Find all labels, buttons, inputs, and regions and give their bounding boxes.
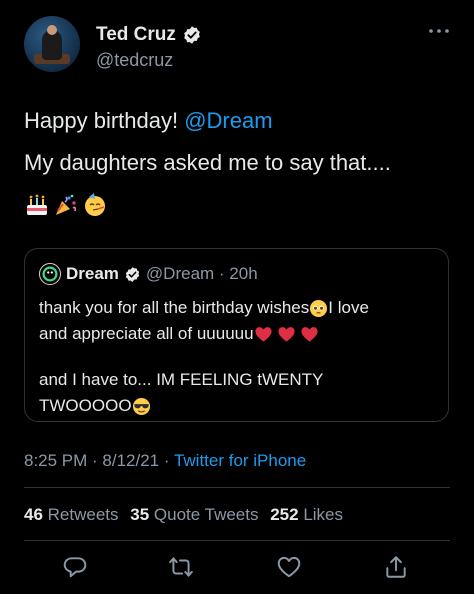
tweet-text-greeting: Happy birthday! xyxy=(24,108,185,133)
quoted-line-2: and appreciate all of uuuuuu xyxy=(39,321,434,347)
author-name-row[interactable]: Ted Cruz xyxy=(96,24,202,46)
divider-top xyxy=(24,487,450,488)
tweet-stats: 46 Retweets 35 Quote Tweets 252 Likes xyxy=(24,505,350,525)
divider-bottom xyxy=(24,540,450,541)
author-display-name[interactable]: Ted Cruz xyxy=(96,24,176,46)
reply-icon[interactable] xyxy=(62,554,88,580)
avatar-head xyxy=(47,25,57,35)
retweets-stat[interactable]: 46 Retweets xyxy=(24,505,119,524)
retweet-icon[interactable] xyxy=(168,554,194,580)
likes-label: Likes xyxy=(298,505,344,524)
quote-tweets-label: Quote Tweets xyxy=(149,505,259,524)
author-avatar[interactable] xyxy=(24,16,80,72)
red-heart-icon xyxy=(277,326,295,342)
quoted-text-2: and appreciate all of uuuuuu xyxy=(39,324,254,343)
dream-avatar-icon[interactable] xyxy=(39,263,61,285)
quoted-author-name[interactable]: Dream xyxy=(66,264,119,284)
pleading-face-icon xyxy=(310,299,328,317)
quoted-text-1b: I love xyxy=(328,298,369,317)
quoted-tweet-header: Dream @Dream · 20h xyxy=(39,263,258,285)
sunglasses-face-icon xyxy=(132,397,150,415)
tweet-source-link[interactable]: Twitter for iPhone xyxy=(174,451,306,470)
tweet-emoji-row xyxy=(24,188,454,222)
tweet-meta: 8:25 PM · 8/12/21 · Twitter for iPhone xyxy=(24,451,306,471)
tweet-text: Happy birthday! @Dream My daughters aske… xyxy=(24,104,454,222)
like-icon[interactable] xyxy=(276,554,302,580)
retweets-label: Retweets xyxy=(42,505,119,524)
quoted-line-1: thank you for all the birthday wishes I … xyxy=(39,295,434,321)
partying-face-icon xyxy=(85,193,105,216)
red-heart-icon xyxy=(300,326,318,342)
tweet-actions xyxy=(24,552,450,582)
quote-tweets-count: 35 xyxy=(130,505,150,524)
tweet-header: Ted Cruz @tedcruz xyxy=(24,16,454,78)
likes-stat[interactable]: 252 Likes xyxy=(270,505,343,524)
tweet-timestamp[interactable]: 8:25 PM · 8/12/21 · xyxy=(24,451,174,470)
likes-count: 252 xyxy=(270,505,299,524)
red-heart-icon xyxy=(254,326,272,342)
verified-badge-icon xyxy=(184,26,200,44)
quoted-line-4: TWOOOOO xyxy=(39,393,434,419)
tweet-line-2: My daughters asked me to say that.... xyxy=(24,150,391,175)
birthday-cake-icon xyxy=(27,194,47,215)
quoted-verified-badge-icon xyxy=(125,266,140,282)
more-options-icon[interactable] xyxy=(428,26,450,36)
quoted-line-3: and I have to... IM FEELING tWENTY xyxy=(39,367,434,393)
quoted-text-4: TWOOOOO xyxy=(39,396,132,415)
quoted-text-1a: thank you for all the birthday wishes xyxy=(39,298,310,317)
quote-tweets-stat[interactable]: 35 Quote Tweets xyxy=(130,505,258,524)
author-handle[interactable]: @tedcruz xyxy=(96,50,173,71)
quoted-text-3: and I have to... IM FEELING tWENTY xyxy=(39,370,324,389)
quoted-paragraph-gap xyxy=(39,347,434,367)
quoted-handle-time: @Dream · 20h xyxy=(145,264,258,283)
quoted-tweet-card[interactable]: Dream @Dream · 20h thank you for all the… xyxy=(24,248,449,422)
tweet-line-1: Happy birthday! @Dream xyxy=(24,104,454,138)
quoted-tweet-body: thank you for all the birthday wishes I … xyxy=(39,295,434,419)
mention-link[interactable]: @Dream xyxy=(184,108,272,133)
party-popper-icon xyxy=(56,194,77,215)
retweets-count: 46 xyxy=(24,505,43,524)
share-icon[interactable] xyxy=(383,554,409,580)
